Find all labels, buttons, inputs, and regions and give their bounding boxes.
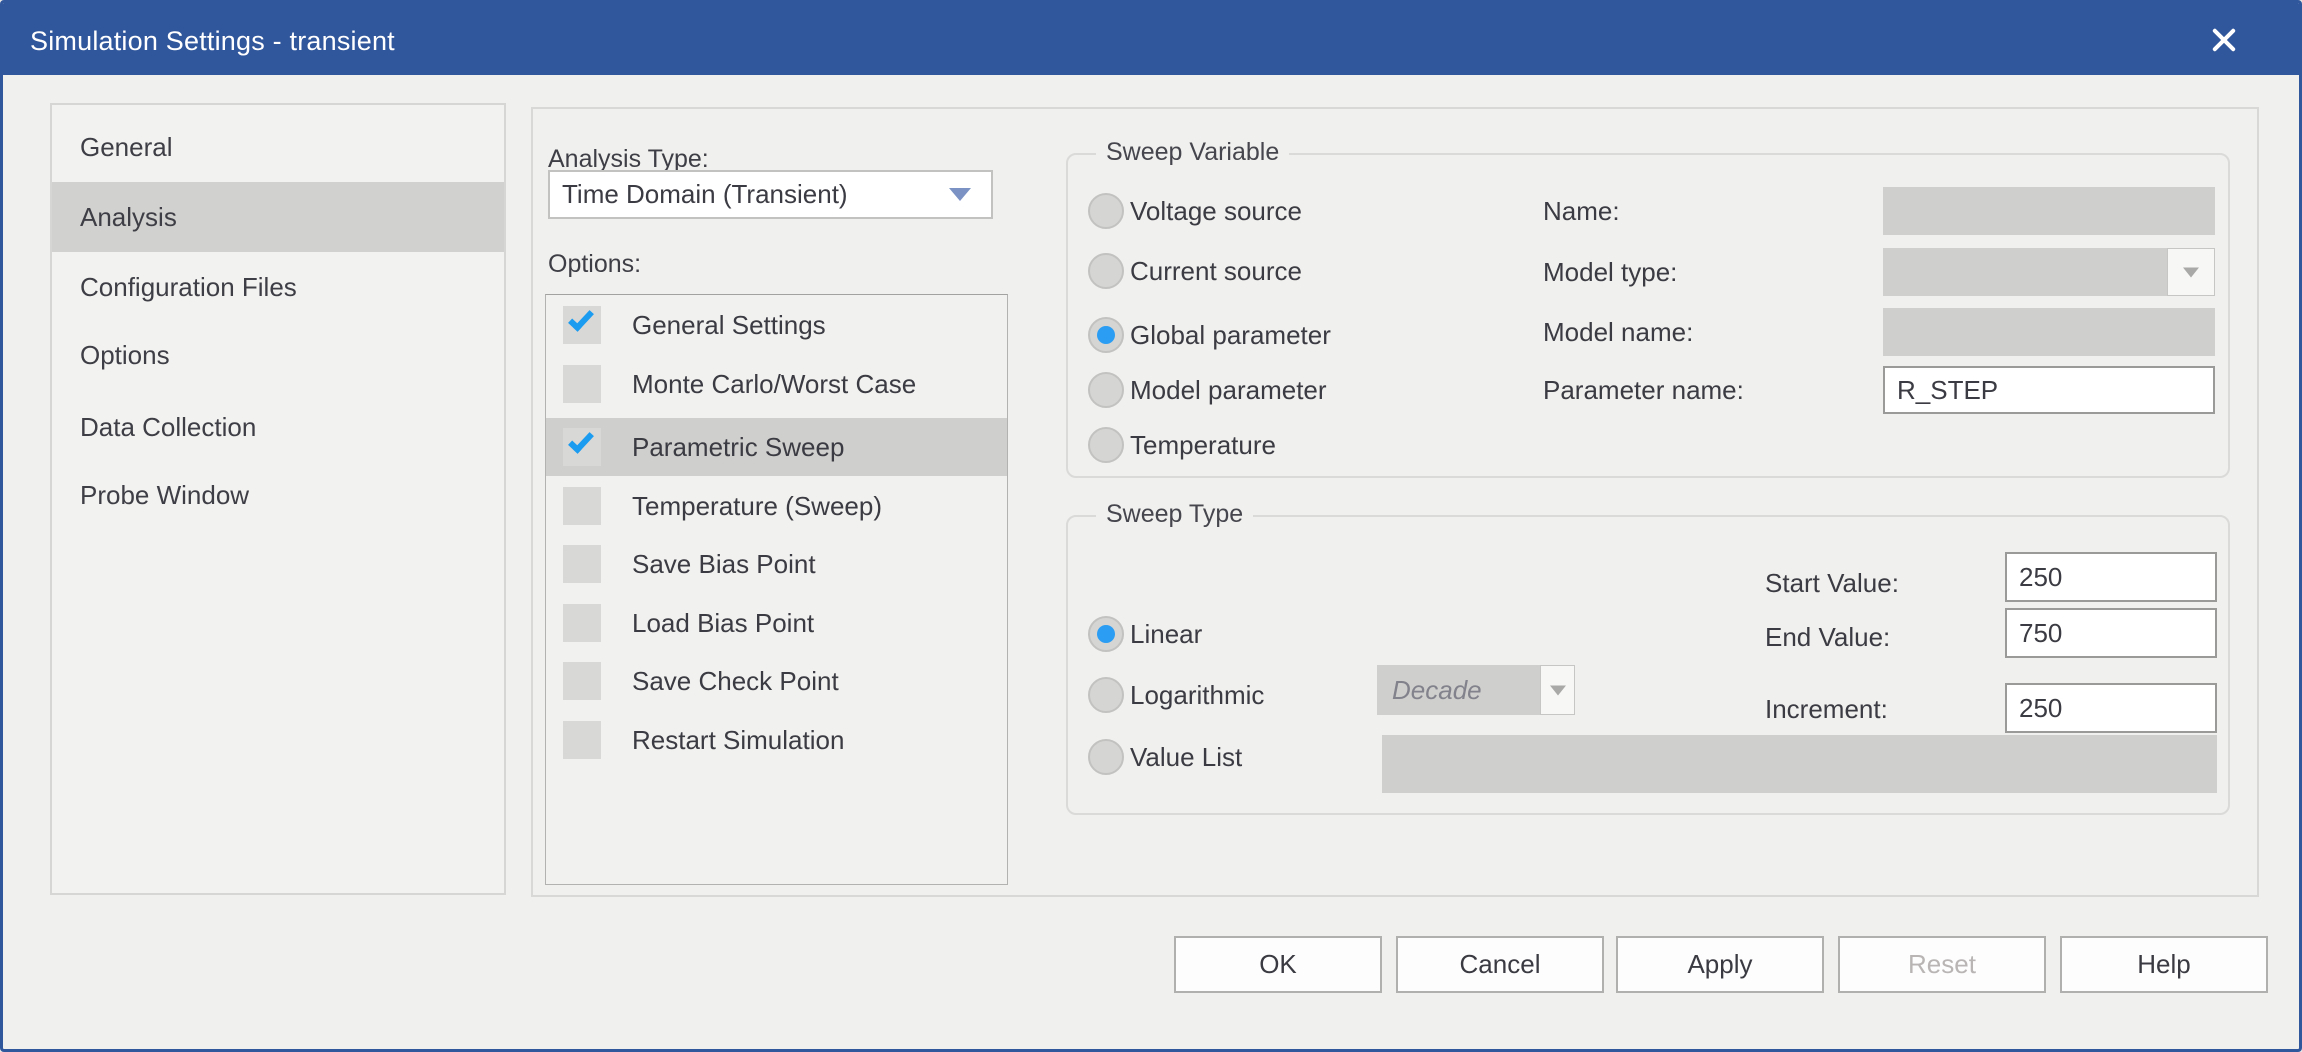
- end-value-label: End Value:: [1765, 617, 1890, 657]
- option-row-save-bias-point[interactable]: Save Bias Point: [546, 535, 1007, 593]
- option-row-general-settings[interactable]: General Settings: [546, 296, 1007, 354]
- sweep-type-group: Sweep Type Linear Logarithmic Value List…: [1066, 515, 2230, 815]
- option-label: Temperature (Sweep): [632, 477, 882, 535]
- checkbox-general-settings[interactable]: [563, 306, 601, 344]
- checkbox-restart-simulation[interactable]: [563, 721, 601, 759]
- radio-global-parameter[interactable]: [1088, 317, 1124, 353]
- sweep-variable-title: Sweep Variable: [1096, 138, 1289, 167]
- sweep-variable-group: Sweep Variable Voltage source Current so…: [1066, 153, 2230, 478]
- analysis-type-dropdown[interactable]: Time Domain (Transient): [548, 170, 993, 219]
- radio-model-parameter[interactable]: [1088, 372, 1124, 408]
- reset-button: Reset: [1838, 936, 2046, 993]
- simulation-settings-dialog: Simulation Settings - transient General …: [0, 0, 2302, 1052]
- name-label: Name:: [1543, 191, 1620, 231]
- sidebar-item-analysis[interactable]: Analysis: [52, 182, 504, 252]
- radio-temperature[interactable]: [1088, 427, 1124, 463]
- checkbox-parametric-sweep[interactable]: [563, 428, 601, 466]
- help-button[interactable]: Help: [2060, 936, 2268, 993]
- start-value-input[interactable]: [2005, 552, 2217, 602]
- parameter-name-input[interactable]: [1883, 366, 2215, 414]
- log-scale-dropdown-disabled: Decade: [1377, 665, 1575, 715]
- check-icon: [568, 305, 594, 331]
- option-row-save-check-point[interactable]: Save Check Point: [546, 652, 1007, 710]
- radio-label: Model parameter: [1130, 370, 1327, 410]
- radio-voltage-source[interactable]: [1088, 193, 1124, 229]
- apply-button[interactable]: Apply: [1616, 936, 1824, 993]
- checkbox-save-check-point[interactable]: [563, 662, 601, 700]
- option-row-load-bias-point[interactable]: Load Bias Point: [546, 594, 1007, 652]
- checkbox-save-bias-point[interactable]: [563, 545, 601, 583]
- model-name-label: Model name:: [1543, 312, 1693, 352]
- end-value-input[interactable]: [2005, 608, 2217, 658]
- sidebar-item-options[interactable]: Options: [52, 328, 504, 382]
- close-icon[interactable]: [2201, 17, 2247, 63]
- sidebar-item-configuration-files[interactable]: Configuration Files: [52, 260, 504, 314]
- radio-logarithmic[interactable]: [1088, 677, 1124, 713]
- titlebar[interactable]: Simulation Settings - transient: [3, 3, 2299, 75]
- radio-value-list[interactable]: [1088, 739, 1124, 775]
- option-label: Restart Simulation: [632, 711, 844, 769]
- name-field-disabled: [1883, 187, 2215, 235]
- parameter-name-label: Parameter name:: [1543, 370, 1744, 410]
- option-label: Save Bias Point: [632, 535, 816, 593]
- radio-current-source[interactable]: [1088, 253, 1124, 289]
- checkbox-temperature-sweep[interactable]: [563, 487, 601, 525]
- increment-input[interactable]: [2005, 683, 2217, 733]
- sidebar-item-general[interactable]: General: [52, 120, 504, 174]
- option-label: Save Check Point: [632, 652, 839, 710]
- option-label: Parametric Sweep: [632, 418, 844, 476]
- option-row-parametric-sweep[interactable]: Parametric Sweep: [546, 418, 1007, 476]
- check-icon: [568, 427, 594, 453]
- log-scale-value: Decade: [1392, 665, 1482, 715]
- radio-linear[interactable]: [1088, 616, 1124, 652]
- sidebar: General Analysis Configuration Files Opt…: [50, 103, 506, 895]
- model-name-field-disabled: [1883, 308, 2215, 356]
- options-listbox: General Settings Monte Carlo/Worst Case …: [545, 294, 1008, 885]
- increment-label: Increment:: [1765, 689, 1888, 729]
- checkbox-monte-carlo[interactable]: [563, 365, 601, 403]
- chevron-down-icon: [1540, 665, 1575, 715]
- option-row-monte-carlo[interactable]: Monte Carlo/Worst Case: [546, 355, 1007, 413]
- window-title: Simulation Settings - transient: [30, 3, 395, 79]
- cancel-button[interactable]: Cancel: [1396, 936, 1604, 993]
- radio-label: Linear: [1130, 614, 1202, 654]
- chevron-down-icon: [2167, 248, 2215, 296]
- option-label: General Settings: [632, 296, 826, 354]
- sidebar-item-probe-window[interactable]: Probe Window: [52, 468, 504, 522]
- sidebar-item-data-collection[interactable]: Data Collection: [52, 400, 504, 454]
- ok-button[interactable]: OK: [1174, 936, 1382, 993]
- chevron-down-icon: [949, 188, 971, 201]
- model-type-label: Model type:: [1543, 252, 1677, 292]
- options-label: Options:: [548, 250, 641, 279]
- option-label: Load Bias Point: [632, 594, 814, 652]
- value-list-field-disabled: [1382, 735, 2217, 793]
- radio-label: Logarithmic: [1130, 675, 1264, 715]
- option-label: Monte Carlo/Worst Case: [632, 355, 916, 413]
- model-type-dropdown-disabled: [1883, 248, 2215, 296]
- analysis-panel: Analysis Type: Time Domain (Transient) O…: [531, 107, 2259, 897]
- option-row-temperature-sweep[interactable]: Temperature (Sweep): [546, 477, 1007, 535]
- radio-label: Temperature: [1130, 425, 1276, 465]
- radio-label: Value List: [1130, 737, 1242, 777]
- checkbox-load-bias-point[interactable]: [563, 604, 601, 642]
- radio-label: Global parameter: [1130, 315, 1331, 355]
- radio-label: Voltage source: [1130, 191, 1302, 231]
- analysis-type-value: Time Domain (Transient): [562, 172, 848, 217]
- start-value-label: Start Value:: [1765, 563, 1899, 603]
- sweep-type-title: Sweep Type: [1096, 500, 1253, 529]
- option-row-restart-simulation[interactable]: Restart Simulation: [546, 711, 1007, 769]
- radio-label: Current source: [1130, 251, 1302, 291]
